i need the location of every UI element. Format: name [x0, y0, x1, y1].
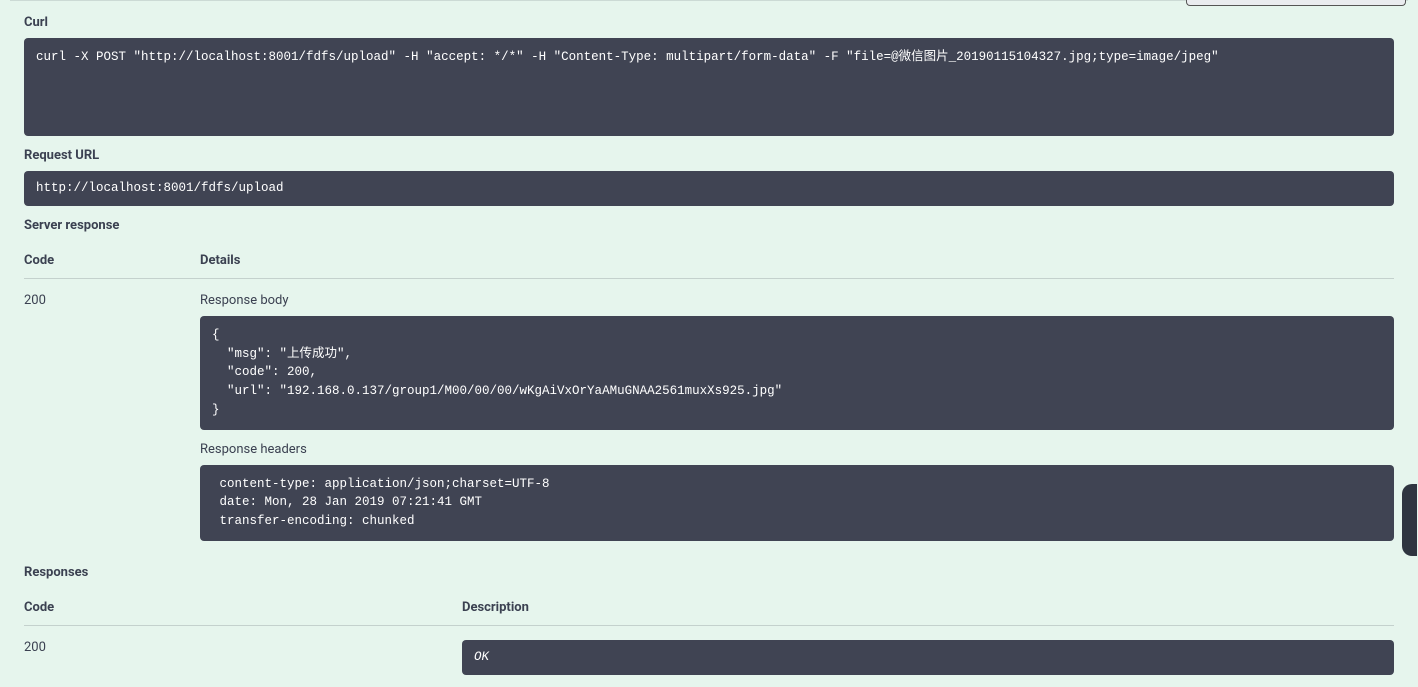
request-url-block[interactable]: http://localhost:8001/fdfs/upload	[24, 171, 1394, 206]
response-body-block[interactable]: { "msg": "上传成功", "code": 200, "url": "19…	[200, 316, 1394, 430]
responses-row-description[interactable]: OK	[462, 640, 1394, 675]
swagger-response-panel: Curl curl -X POST "http://localhost:8001…	[0, 0, 1418, 687]
responses-description-header: Description	[462, 600, 1394, 615]
server-response-label: Server response	[24, 218, 1394, 233]
response-headers-label: Response headers	[200, 442, 1394, 457]
responses-code-header: Code	[24, 600, 462, 615]
response-details: Response body { "msg": "上传成功", "code": 2…	[200, 293, 1394, 553]
responses-label: Responses	[24, 565, 1394, 580]
curl-label: Curl	[24, 15, 1394, 30]
server-response-header-row: Code Details	[24, 243, 1394, 279]
side-floating-badge[interactable]	[1402, 484, 1417, 556]
curl-command-block[interactable]: curl -X POST "http://localhost:8001/fdfs…	[24, 38, 1394, 136]
details-column-header: Details	[200, 253, 1394, 268]
response-body-label: Response body	[200, 293, 1394, 308]
server-response-row: 200 Response body { "msg": "上传成功", "code…	[24, 279, 1394, 553]
top-right-button-fragment[interactable]	[1186, 0, 1406, 6]
code-column-header: Code	[24, 253, 200, 268]
response-code: 200	[24, 293, 200, 553]
responses-table-header: Code Description	[24, 590, 1394, 626]
response-headers-block[interactable]: content-type: application/json;charset=U…	[200, 465, 1394, 541]
responses-row-code: 200	[24, 640, 462, 687]
request-url-label: Request URL	[24, 148, 1394, 163]
responses-table-row: 200 OK	[24, 626, 1394, 687]
